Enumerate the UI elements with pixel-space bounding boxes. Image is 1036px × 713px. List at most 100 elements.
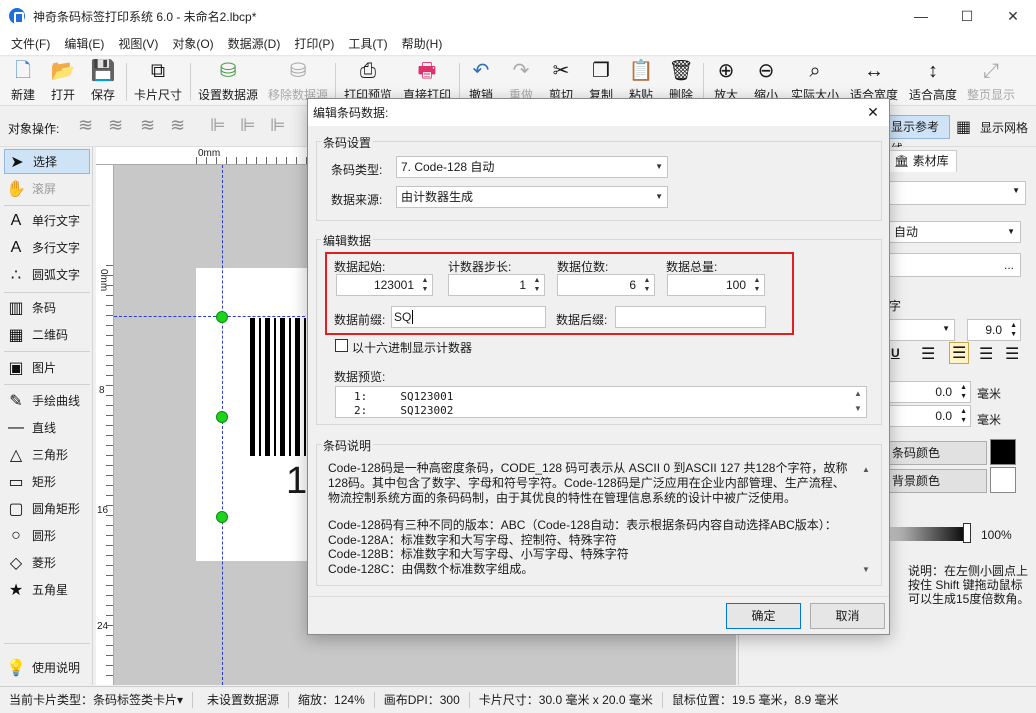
align-right-icon[interactable]: ⊫ — [270, 115, 286, 136]
resize-handle-middle[interactable] — [216, 411, 228, 423]
tool-separator — [4, 292, 90, 293]
barcode-color-button[interactable]: 条码颜色 — [889, 441, 987, 465]
background-color-swatch[interactable] — [990, 467, 1016, 493]
tool-multi-text[interactable]: A 多行文字 — [4, 235, 90, 260]
new-button[interactable]: 🗋 新建 — [4, 59, 42, 104]
description-versions: Code-128码有三种不同的版本：ABC（Code-128自动：表示根据条码内… — [328, 518, 858, 576]
align-center-text-icon[interactable]: ☰ — [949, 342, 970, 364]
resize-handle-top[interactable] — [216, 311, 228, 323]
toolbar-label: 适合高度 — [908, 88, 957, 102]
opacity-slider-track[interactable] — [889, 527, 969, 541]
barcode-type-select[interactable]: 7. Code-128 自动 ▼ — [396, 156, 668, 178]
data-source-label: 数据来源: — [331, 193, 383, 207]
step-spinner[interactable]: 1 ▲ ▼ — [448, 274, 545, 296]
menu-view[interactable]: 视图(V) — [111, 32, 165, 56]
set-datasource-button[interactable]: ⛁ 设置数据源 — [194, 59, 262, 104]
open-button[interactable]: 📂 打开 — [44, 59, 82, 104]
offset-y-spinner[interactable]: 0.0 ▲ ▼ — [889, 405, 971, 427]
tool-qrcode[interactable]: ▦ 二维码 — [4, 322, 90, 347]
underline-button[interactable]: U — [891, 346, 900, 360]
hex-counter-label: 以十六进制显示计数器 — [352, 341, 473, 355]
prefix-input[interactable]: SQ — [391, 306, 546, 328]
layer-down-icon[interactable]: ≋ — [140, 115, 155, 136]
menu-print[interactable]: 打印(P) — [287, 32, 341, 56]
full-page-button[interactable]: ⤢ 整页显示 — [963, 59, 1019, 104]
tool-rounded-rect[interactable]: ▢ 圆角矩形 — [4, 496, 90, 521]
opacity-slider-thumb[interactable] — [963, 523, 971, 543]
align-left-icon[interactable]: ⊫ — [210, 115, 226, 136]
align-left-text-icon[interactable]: ☰ — [921, 344, 935, 364]
menu-object[interactable]: 对象(O) — [165, 32, 220, 56]
tool-triangle[interactable]: △ 三角形 — [4, 442, 90, 467]
tool-freehand[interactable]: ✎ 手绘曲线 — [4, 388, 90, 413]
align-center-icon[interactable]: ⊫ — [240, 115, 256, 136]
menu-edit[interactable]: 编辑(E) — [57, 32, 111, 56]
close-window-button[interactable]: ✕ — [990, 0, 1036, 32]
menu-bar: 文件(F) 编辑(E) 视图(V) 对象(O) 数据源(D) 打印(P) 工具(… — [0, 32, 1036, 56]
tool-diamond[interactable]: ◇ 菱形 — [4, 550, 90, 575]
total-spinner[interactable]: 100 ▲ ▼ — [667, 274, 765, 296]
resize-handle-bottom[interactable] — [216, 511, 228, 523]
maximize-button[interactable]: ☐ — [944, 0, 990, 32]
layer-up-icon[interactable]: ≋ — [78, 115, 93, 136]
menu-help[interactable]: 帮助(H) — [395, 32, 450, 56]
background-color-button[interactable]: 背景颜色 — [889, 469, 987, 493]
tool-select[interactable]: ➤ 选择 — [4, 149, 90, 174]
tool-label: 单行文字 — [32, 214, 81, 228]
property-combo-auto[interactable]: 自动 ▼ — [889, 221, 1021, 243]
minimize-button[interactable]: — — [898, 0, 944, 32]
tool-arc-text[interactable]: ∴ 圆弧文字 — [4, 262, 90, 287]
cancel-button[interactable]: 取消 — [810, 603, 885, 629]
tool-single-text[interactable]: A 单行文字 — [4, 208, 90, 233]
layer-bottom-icon[interactable]: ≋ — [170, 115, 185, 136]
property-combo-1[interactable]: ▼ — [889, 181, 1026, 205]
hand-icon: ✋ — [6, 180, 26, 198]
tool-star[interactable]: ★ 五角星 — [4, 577, 90, 602]
tool-circle[interactable]: ○ 圆形 — [4, 523, 90, 548]
justify-text-icon[interactable]: ☰ — [1005, 344, 1019, 364]
menu-tools[interactable]: 工具(T) — [341, 32, 394, 56]
menu-file[interactable]: 文件(F) — [4, 32, 57, 56]
digits-spinner[interactable]: 6 ▲ ▼ — [557, 274, 655, 296]
scroll-up-icon[interactable]: ▲ — [860, 465, 872, 474]
dialog-divider — [308, 596, 889, 597]
ok-button[interactable]: 确定 — [726, 603, 801, 629]
show-grid-toggle[interactable]: 显示网格 — [980, 119, 1028, 136]
data-preview-list[interactable]: 1: SQ123001 2: SQ123002 ▲ ▼ — [335, 386, 867, 418]
tool-image[interactable]: ▣ 图片 — [4, 355, 90, 380]
tool-line[interactable]: — 直线 — [4, 415, 90, 440]
tool-label: 菱形 — [32, 556, 57, 570]
step-label: 计数器步长: — [448, 260, 512, 274]
align-right-text-icon[interactable]: ☰ — [979, 344, 993, 364]
start-value-spinner[interactable]: 123001 ▲ ▼ — [336, 274, 433, 296]
zoom-out-icon: ⊖ — [757, 60, 775, 82]
font-name-combo[interactable]: ▼ — [889, 319, 955, 341]
scroll-up-icon[interactable]: ▲ — [852, 389, 864, 398]
toolbar-separator — [126, 63, 127, 101]
barcode-settings-title: 条码设置 — [321, 134, 374, 151]
preview-line-2: 2: SQ123002 — [354, 404, 454, 417]
tool-barcode[interactable]: ▥ 条码 — [4, 295, 90, 320]
offset-x-spinner[interactable]: 0.0 ▲ ▼ — [889, 381, 971, 403]
scroll-down-icon[interactable]: ▼ — [852, 404, 864, 413]
font-size-spinner[interactable]: 9.0 ▲ ▼ — [967, 319, 1021, 341]
suffix-input[interactable] — [615, 306, 766, 328]
more-button[interactable]: ... — [1004, 258, 1014, 272]
card-size-button[interactable]: ⧉ 卡片尺寸 — [130, 59, 186, 104]
data-source-select[interactable]: 由计数器生成 ▼ — [396, 186, 668, 208]
dialog-close-button[interactable]: ✕ — [863, 103, 883, 121]
tool-rectangle[interactable]: ▭ 矩形 — [4, 469, 90, 494]
property-field[interactable]: ... — [889, 253, 1021, 277]
tool-scroll[interactable]: ✋ 滚屏 — [4, 176, 90, 201]
help-guide-button[interactable]: 💡 使用说明 — [4, 655, 90, 680]
unit-mm-1: 毫米 — [977, 387, 1002, 401]
tab-material-library[interactable]: 🏛 素材库 — [889, 150, 957, 172]
barcode-color-swatch[interactable] — [990, 439, 1016, 465]
status-card-type[interactable]: 当前卡片类型：条码标签类卡片▾ — [0, 692, 194, 708]
hex-counter-checkbox[interactable] — [335, 339, 348, 352]
fit-height-button[interactable]: ↕ 适合高度 — [905, 59, 961, 104]
save-button[interactable]: 💾 保存 — [84, 59, 122, 104]
menu-datasource[interactable]: 数据源(D) — [221, 32, 288, 56]
layer-top-icon[interactable]: ≋ — [108, 115, 123, 136]
scroll-down-icon[interactable]: ▼ — [860, 565, 872, 574]
